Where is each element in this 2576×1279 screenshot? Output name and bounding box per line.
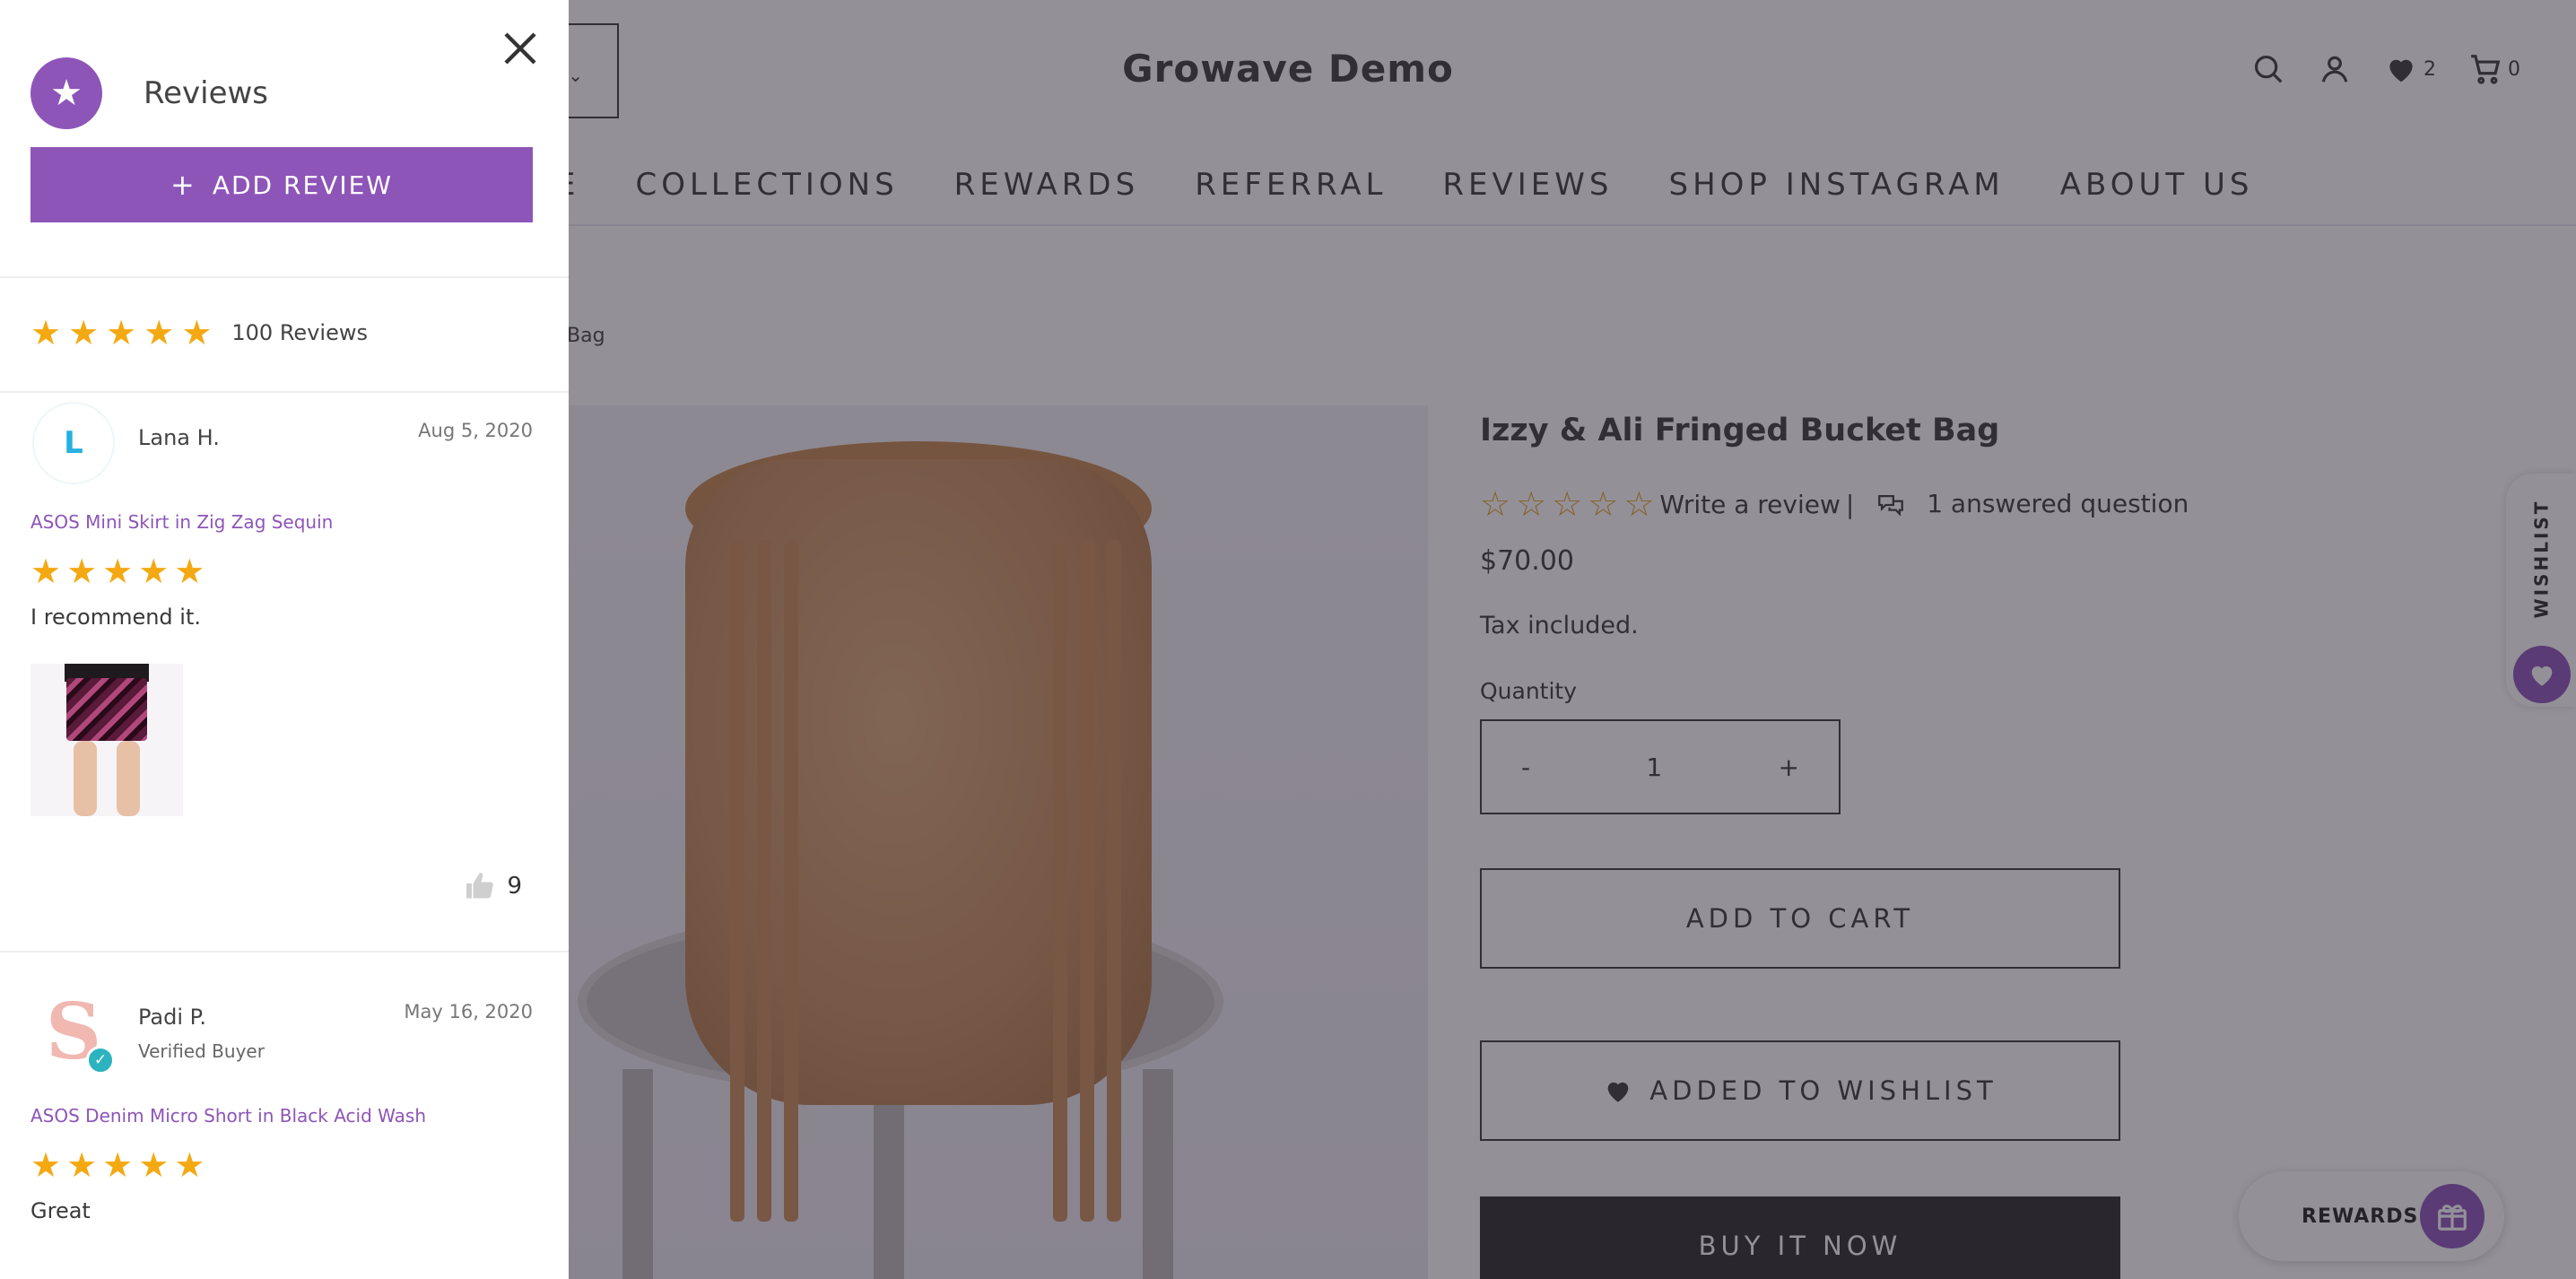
star-logo-icon: ★ [30, 57, 102, 129]
star-filled-icon: ★ [174, 1145, 205, 1185]
star-filled-icon: ★ [68, 313, 100, 352]
close-icon [504, 32, 536, 65]
star-filled-icon: ★ [174, 552, 205, 591]
reviewed-product-link[interactable]: ASOS Denim Micro Short in Black Acid Was… [30, 1105, 426, 1127]
panel-title: Reviews [144, 75, 269, 111]
review-stars: ★ ★ ★ ★ ★ [30, 554, 205, 588]
close-button[interactable] [499, 27, 542, 70]
rating-summary: ★ ★ ★ ★ ★ 100 Reviews [30, 316, 368, 350]
verified-check-icon: ✓ [86, 1046, 115, 1075]
review-photo[interactable] [30, 664, 183, 816]
review-stars: ★ ★ ★ ★ ★ [30, 1148, 205, 1182]
review-date: May 16, 2020 [404, 1001, 533, 1022]
review-text: Great [30, 1198, 91, 1223]
review-text: I recommend it. [30, 605, 201, 630]
plus-icon: + [170, 168, 196, 202]
star-filled-icon: ★ [181, 313, 213, 352]
reviewer-name: Padi P. [138, 1005, 206, 1030]
verified-buyer-label: Verified Buyer [138, 1040, 265, 1062]
reviewed-product-link[interactable]: ASOS Mini Skirt in Zig Zag Sequin [30, 511, 333, 533]
star-filled-icon: ★ [30, 552, 62, 591]
reviews-panel: ★ Reviews + ADD REVIEW ★ ★ ★ ★ ★ 100 Rev… [0, 0, 569, 1279]
star-filled-icon: ★ [102, 1145, 134, 1185]
helpful-count: 9 [507, 873, 522, 900]
star-filled-icon: ★ [66, 552, 98, 591]
add-review-label: ADD REVIEW [212, 170, 393, 200]
thumbs-up-icon [466, 873, 494, 899]
star-filled-icon: ★ [138, 552, 170, 591]
add-review-button[interactable]: + ADD REVIEW [30, 147, 533, 222]
helpful-button[interactable]: 9 [464, 870, 522, 902]
review-date: Aug 5, 2020 [418, 420, 533, 441]
star-filled-icon: ★ [106, 313, 137, 352]
divider [0, 951, 569, 953]
review-count: 100 Reviews [231, 320, 368, 345]
reviewer-name: Lana H. [138, 425, 220, 450]
star-filled-icon: ★ [30, 313, 62, 352]
star-filled-icon: ★ [138, 1145, 170, 1185]
avatar: L [32, 402, 115, 484]
star-filled-icon: ★ [30, 1145, 62, 1185]
star-filled-icon: ★ [144, 313, 175, 352]
star-filled-icon: ★ [102, 552, 134, 591]
divider [0, 276, 569, 278]
star-filled-icon: ★ [66, 1145, 98, 1185]
divider [0, 391, 569, 393]
